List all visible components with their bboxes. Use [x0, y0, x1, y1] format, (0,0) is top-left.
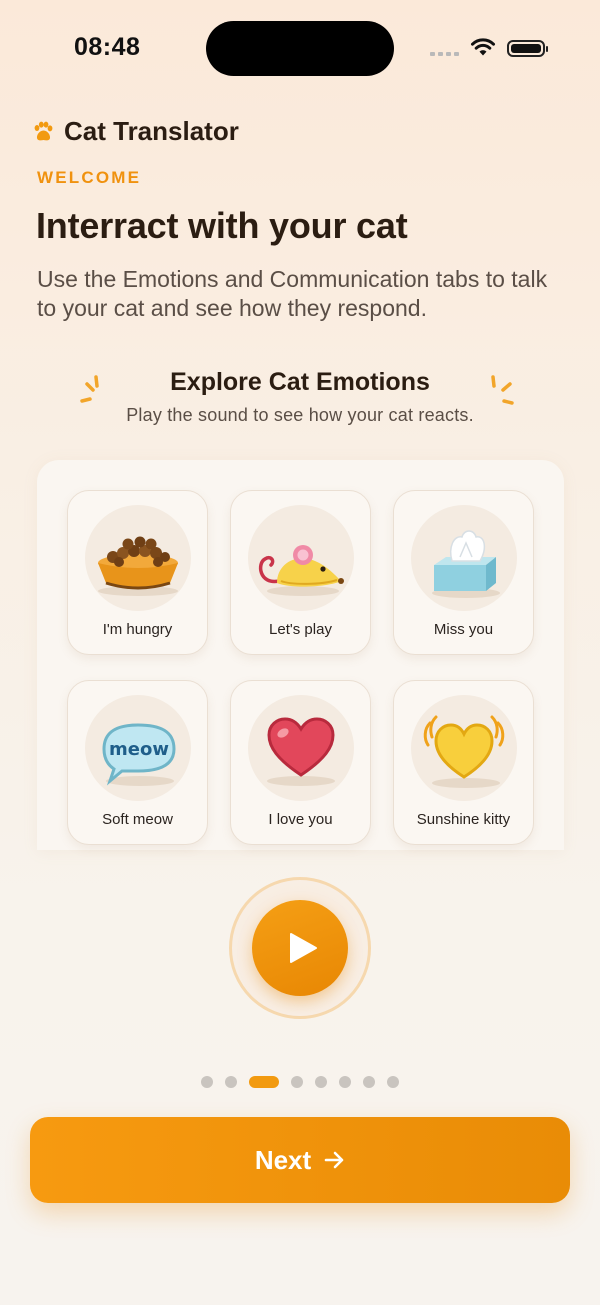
page-subtitle: Use the Emotions and Communication tabs … — [37, 266, 548, 321]
wifi-icon — [471, 38, 495, 56]
page-dot — [387, 1076, 399, 1088]
battery-icon — [507, 40, 548, 57]
section-title: Explore Cat Emotions — [170, 368, 430, 396]
welcome-eyebrow: WELCOME — [37, 168, 142, 187]
meow-text: meow — [109, 739, 169, 760]
page-dot — [315, 1076, 327, 1088]
tile-label: Sunshine kitty — [416, 811, 511, 828]
play-sound-button[interactable] — [252, 900, 348, 996]
status-bar: 08:48 — [0, 0, 600, 96]
play-icon — [290, 933, 317, 963]
page-indicator — [0, 1076, 600, 1088]
page-dot — [201, 1076, 213, 1088]
tile-label: Miss you — [433, 621, 494, 638]
cellular-signal-icon — [430, 52, 459, 56]
tile-love[interactable]: I love you — [230, 680, 371, 845]
next-button[interactable]: Next — [30, 1117, 570, 1203]
page-dot — [291, 1076, 303, 1088]
tile-play[interactable]: Let's play — [230, 490, 371, 655]
dynamic-island — [206, 21, 394, 76]
page-dot — [339, 1076, 351, 1088]
tissue-box-icon — [432, 530, 500, 598]
page-title: Interract with your cat — [36, 205, 408, 246]
tile-label: Let's play — [269, 621, 332, 638]
tile-label: I love you — [268, 811, 333, 828]
tile-sunshine[interactable]: Sunshine kitty — [393, 680, 534, 845]
next-label: Next — [254, 1144, 312, 1175]
section-subtitle: Play the sound to see how your cat react… — [126, 405, 474, 425]
tile-hungry[interactable]: I'm hungry — [67, 490, 208, 655]
app-name: Cat Translator — [64, 116, 239, 146]
meow-bubble-icon: meow — [102, 723, 176, 786]
arrow-right-icon — [324, 1151, 344, 1169]
tile-soft-meow[interactable]: meow Soft meow — [67, 680, 208, 845]
status-time: 08:48 — [74, 33, 141, 61]
food-bowl-icon — [98, 536, 178, 596]
toy-mouse-icon — [258, 545, 344, 596]
page-dot-active — [249, 1076, 279, 1088]
page-dot — [225, 1076, 237, 1088]
page-dot — [363, 1076, 375, 1088]
app-brand: Cat Translator — [32, 116, 239, 147]
yellow-heart-icon — [423, 715, 505, 788]
tile-miss-you[interactable]: Miss you — [393, 490, 534, 655]
tile-label: Soft meow — [102, 811, 173, 828]
emotion-grid: I'm hungry Let's play Miss you meow Soft… — [37, 460, 564, 850]
paw-icon — [34, 121, 53, 140]
red-heart-icon — [267, 717, 335, 786]
tile-label: I'm hungry — [102, 621, 173, 638]
